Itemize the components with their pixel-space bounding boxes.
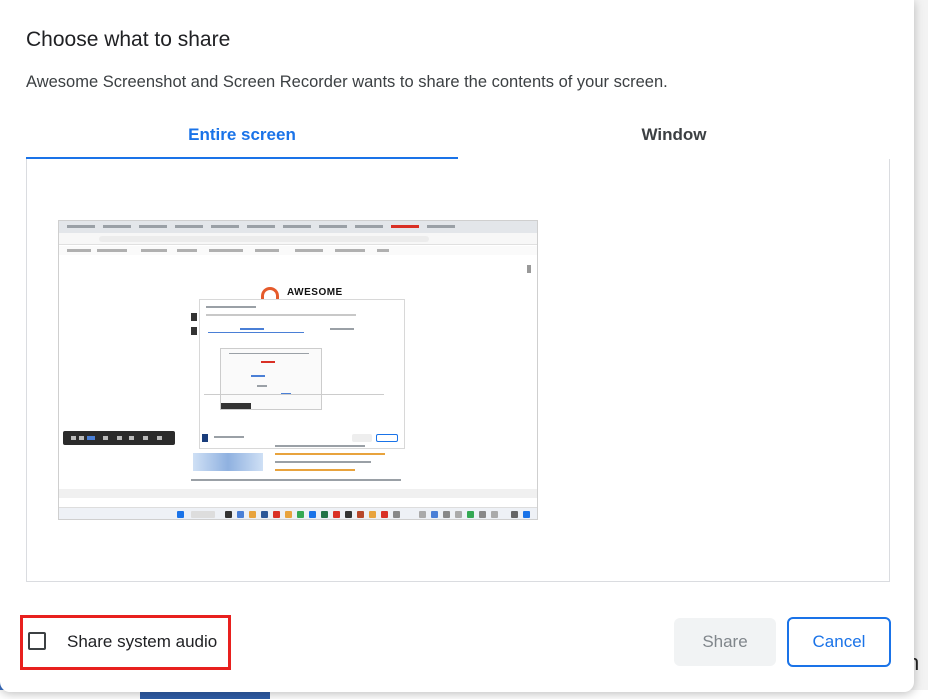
mini-logo-text: AWESOME bbox=[287, 287, 343, 298]
mini-illustration bbox=[193, 453, 263, 471]
mini-logo-icon bbox=[261, 287, 279, 299]
dialog-subtitle: Awesome Screenshot and Screen Recorder w… bbox=[26, 73, 668, 91]
mini-taskbar bbox=[59, 507, 537, 519]
share-audio-label[interactable]: Share system audio bbox=[67, 632, 217, 652]
mini-status-bar bbox=[59, 489, 537, 498]
tab-bar: Entire screen Window bbox=[26, 120, 890, 160]
share-audio-checkbox[interactable] bbox=[28, 632, 46, 650]
mini-inner-thumbnail bbox=[220, 348, 322, 410]
mini-tab-bar bbox=[59, 221, 537, 233]
mini-recording-toolbar bbox=[63, 431, 175, 445]
mini-dialog-card bbox=[199, 299, 405, 449]
preview-area: AWESOME bbox=[26, 159, 890, 582]
mini-cancel-button bbox=[376, 434, 398, 442]
mini-address-bar bbox=[59, 233, 537, 245]
share-button[interactable]: Share bbox=[674, 618, 776, 666]
screen-thumbnail[interactable]: AWESOME bbox=[58, 220, 538, 520]
tab-entire-screen[interactable]: Entire screen bbox=[26, 120, 458, 160]
cancel-button[interactable]: Cancel bbox=[787, 617, 891, 667]
mini-scrollbar bbox=[527, 265, 531, 273]
mini-share-button bbox=[352, 434, 372, 442]
mini-bookmarks-bar bbox=[59, 246, 537, 255]
mini-page-content: AWESOME bbox=[65, 257, 527, 497]
dialog-title: Choose what to share bbox=[26, 28, 231, 51]
share-dialog: Choose what to share Awesome Screenshot … bbox=[0, 0, 914, 692]
tab-window[interactable]: Window bbox=[458, 120, 890, 159]
